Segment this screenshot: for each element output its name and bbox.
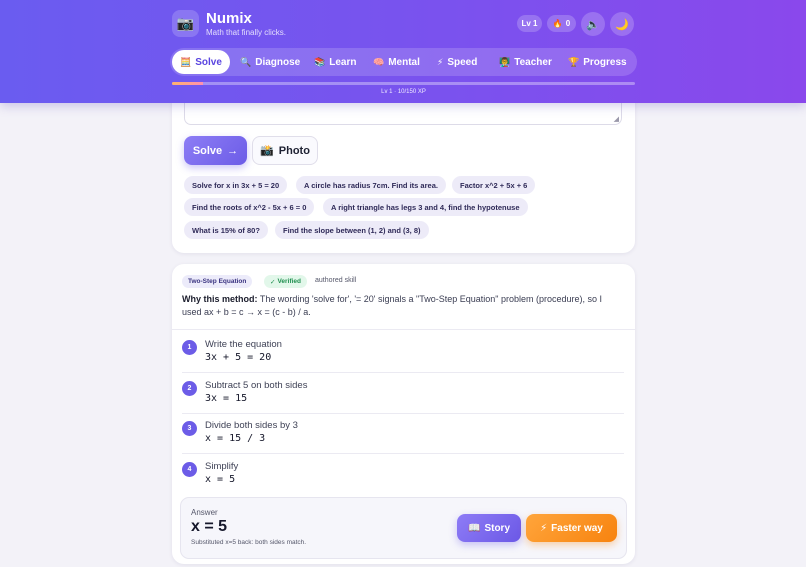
story-button-label: Story — [484, 522, 510, 534]
level-badge: Lv 1 — [517, 15, 542, 32]
lightning-icon: ⚡ — [540, 522, 548, 534]
answer-check-note: Substituted x=5 back: both sides match. — [191, 539, 307, 546]
step-expression: x = 15 / 3 — [205, 433, 266, 444]
example-chip[interactable]: A circle has radius 7cm. Find its area. — [296, 176, 446, 194]
example-chip[interactable]: Find the roots of x^2 - 5x + 6 = 0 — [184, 198, 315, 216]
solution-step: 1 Write the equation 3x + 5 = 20 — [182, 333, 624, 373]
verified-label: Verified — [277, 278, 301, 285]
abacus-icon: 🧮 — [180, 56, 192, 67]
solution-step: 2 Subtract 5 on both sides 3x = 15 — [182, 374, 624, 414]
app-tagline: Math that finally clicks. — [206, 28, 287, 37]
story-button[interactable]: 📖 Story — [457, 514, 521, 542]
trophy-icon: 🏆 — [568, 56, 580, 67]
step-divider — [182, 453, 624, 454]
why-label: Why this method: — [182, 294, 258, 304]
lightning-icon: ⚡ — [437, 56, 444, 67]
books-icon: 📚 — [314, 56, 326, 67]
tab-progress-label: Progress — [583, 56, 627, 68]
skill-badge: Two-Step Equation — [182, 275, 253, 288]
step-title: Write the equation — [205, 339, 282, 350]
step-expression: 3x + 5 = 20 — [205, 352, 272, 363]
solution-card: Two-Step Equation ✓ Verified authored sk… — [172, 264, 635, 564]
photo-button-label: Photo — [278, 144, 310, 157]
answer-box: Answer x = 5 Substituted x=5 back: both … — [180, 497, 627, 559]
photo-button[interactable]: 📸 Photo — [252, 136, 318, 165]
faster-way-button-label: Faster way — [551, 522, 603, 534]
step-number: 4 — [182, 462, 197, 477]
step-expression: 3x = 15 — [205, 393, 248, 404]
tab-solve-label: Solve — [195, 56, 222, 68]
step-number: 2 — [182, 381, 197, 396]
main-tabs: 🧮 Solve 🔍 Diagnose 📚 Learn 🧠 Mental ⚡ Sp… — [170, 48, 637, 76]
step-divider — [182, 372, 624, 373]
level-badge-label: Lv 1 — [521, 19, 538, 28]
magnifier-icon: 🔍 — [240, 56, 252, 67]
method-explanation: Why this method: The wording 'solve for'… — [182, 293, 624, 319]
brain-icon: 🧠 — [373, 56, 385, 67]
example-chip[interactable]: A right triangle has legs 3 and 4, find … — [323, 198, 528, 216]
answer-label: Answer — [191, 508, 218, 517]
camera-icon: 📸 — [260, 145, 274, 157]
step-title: Divide both sides by 3 — [205, 420, 298, 431]
arrow-right-icon: → — [227, 144, 239, 157]
example-chip[interactable]: Find the slope between (1, 2) and (3, 8) — [275, 221, 429, 239]
tab-teacher-label: Teacher — [514, 56, 552, 68]
xp-progress-bar — [172, 82, 635, 85]
verified-badge: ✓ Verified — [264, 275, 307, 288]
solve-button[interactable]: Solve → — [184, 136, 247, 165]
check-icon: ✓ — [270, 278, 276, 286]
tab-solve[interactable]: 🧮 Solve — [172, 50, 230, 74]
step-number: 1 — [182, 340, 197, 355]
streak-badge: 🔥 0 — [547, 15, 576, 32]
resize-handle-icon[interactable]: ◢ — [614, 115, 619, 123]
solution-step: 4 Simplify x = 5 — [182, 455, 624, 495]
app-title: Numix — [206, 10, 252, 27]
step-expression: x = 5 — [205, 474, 236, 485]
tab-diagnose[interactable]: 🔍 Diagnose — [232, 50, 308, 74]
moon-icon: 🌙 — [615, 18, 629, 31]
book-icon: 📖 — [467, 522, 481, 534]
flame-icon: 🔥 — [552, 19, 563, 28]
teacher-icon: 👨‍🏫 — [499, 56, 511, 67]
faster-way-button[interactable]: ⚡ Faster way — [526, 514, 617, 542]
camera-logo-icon: 📷 — [172, 10, 199, 37]
sound-toggle-button[interactable]: 🔈 — [581, 12, 605, 36]
tab-mental-label: Mental — [388, 56, 420, 68]
tab-speed-label: Speed — [447, 56, 478, 68]
example-chip[interactable]: What is 15% of 80? — [184, 221, 268, 239]
example-chip[interactable]: Solve for x in 3x + 5 = 20 — [184, 176, 288, 194]
tab-speed[interactable]: ⚡ Speed — [429, 50, 485, 74]
tab-teacher[interactable]: 👨‍🏫 Teacher — [491, 50, 560, 74]
app-header: 📷 Numix Math that finally clicks. Lv 1 🔥… — [0, 0, 806, 103]
step-title: Simplify — [205, 461, 239, 472]
tab-mental[interactable]: 🧠 Mental — [365, 50, 428, 74]
solution-step: 3 Divide both sides by 3 x = 15 / 3 — [182, 414, 624, 454]
tab-learn[interactable]: 📚 Learn — [306, 50, 364, 74]
xp-progress-fill — [172, 82, 204, 85]
authored-skill-label: authored skill — [315, 277, 357, 284]
example-chip[interactable]: Factor x^2 + 5x + 6 — [452, 176, 536, 194]
step-number: 3 — [182, 421, 197, 436]
divider — [172, 329, 635, 330]
tab-progress[interactable]: 🏆 Progress — [560, 50, 635, 74]
answer-value: x = 5 — [191, 518, 228, 535]
speaker-icon: 🔈 — [586, 18, 600, 31]
solve-button-label: Solve — [192, 144, 223, 157]
step-title: Subtract 5 on both sides — [205, 380, 308, 391]
theme-toggle-button[interactable]: 🌙 — [610, 12, 634, 36]
tab-learn-label: Learn — [329, 56, 357, 68]
streak-count: 0 — [565, 19, 571, 28]
tab-diagnose-label: Diagnose — [255, 56, 301, 68]
xp-progress-text: Lv 1 · 10/150 XP — [381, 89, 426, 95]
